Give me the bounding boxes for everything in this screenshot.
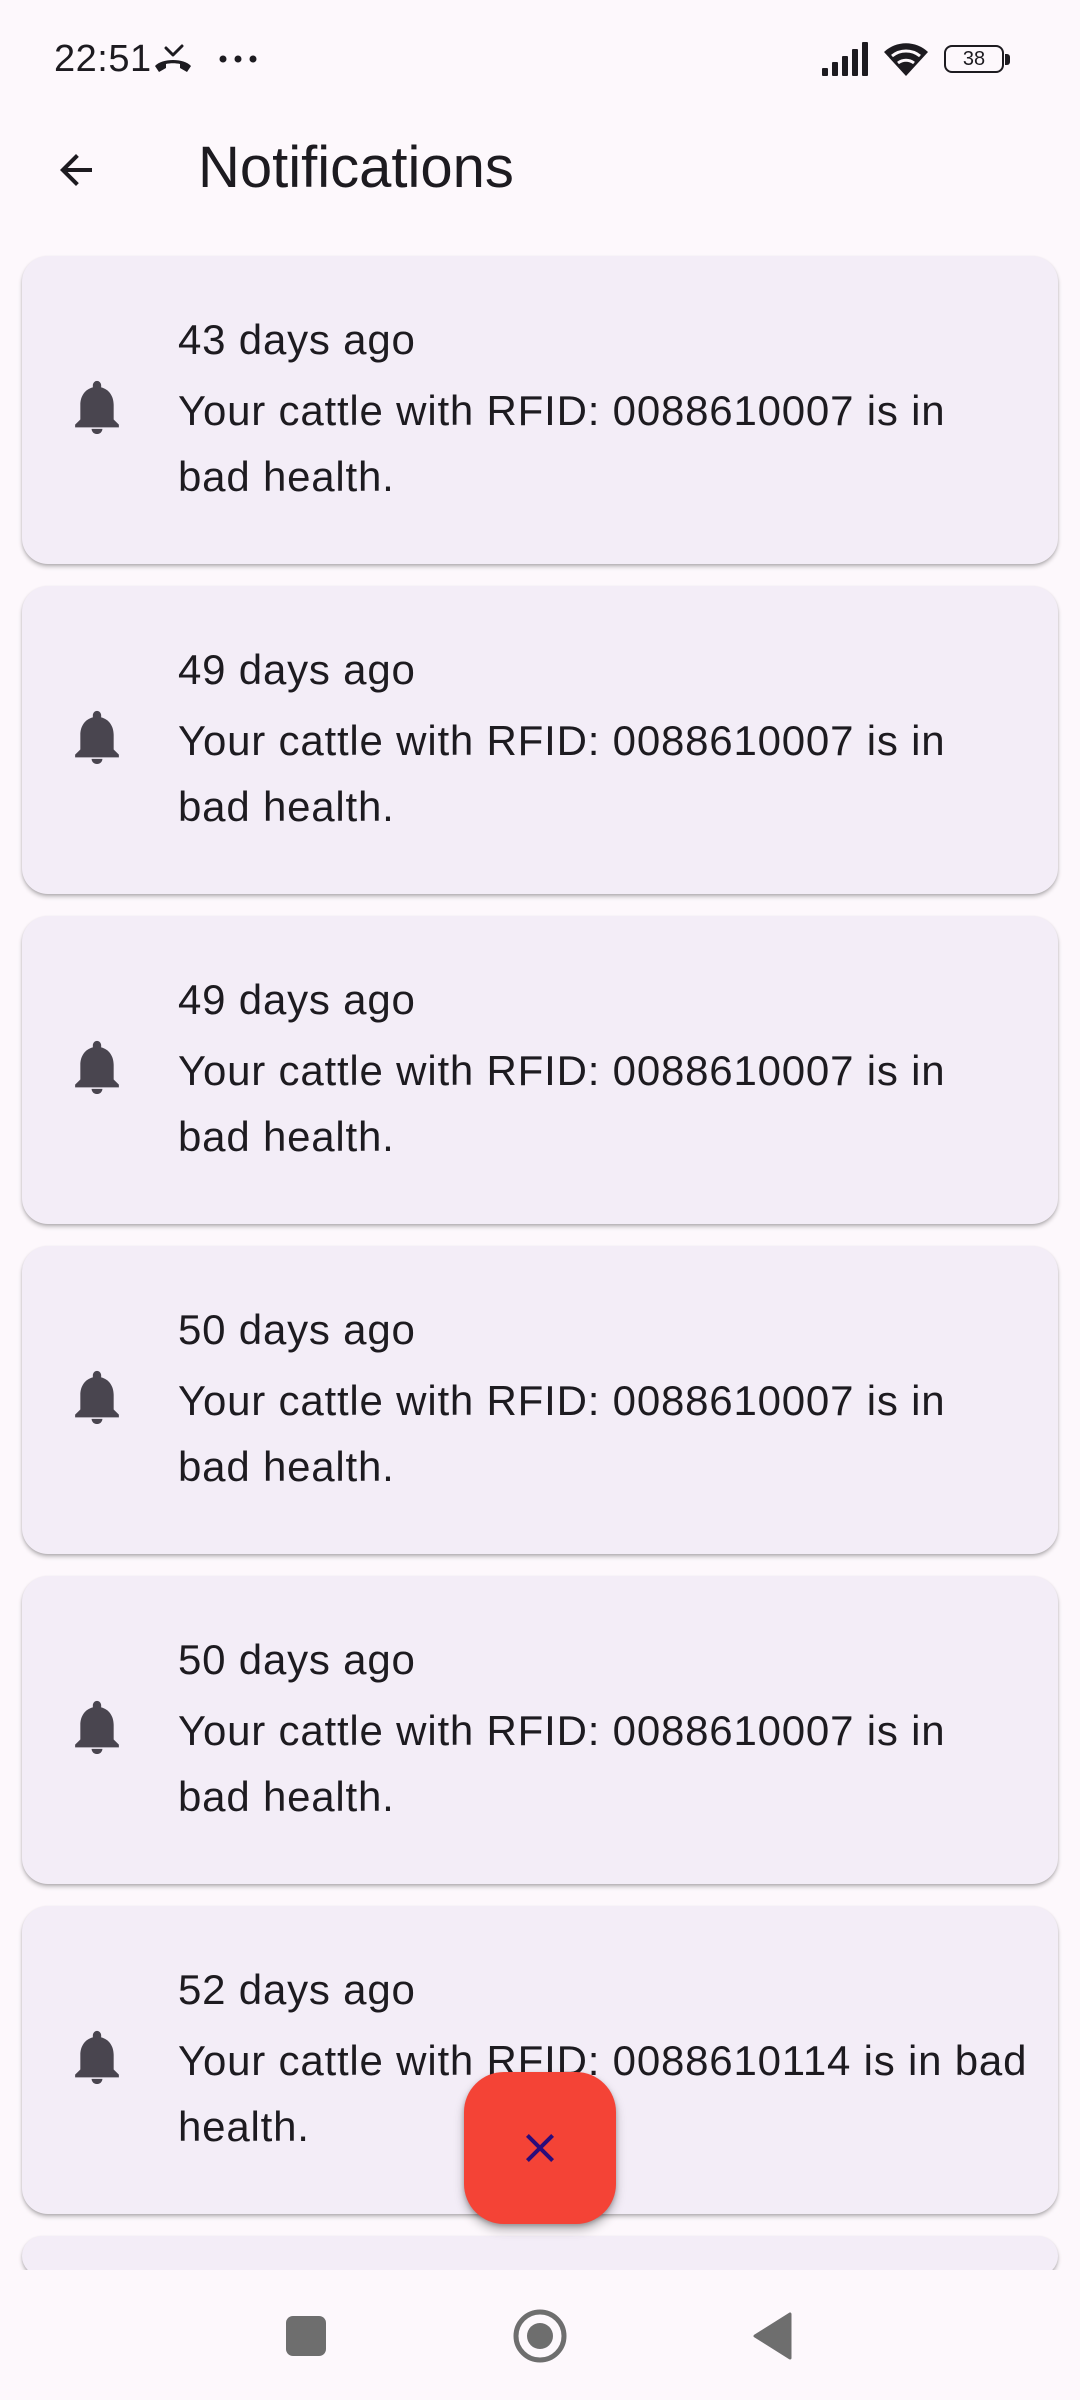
- bell-icon: [75, 1700, 119, 1755]
- page-title: Notifications: [198, 135, 514, 200]
- notification-time: 50 days ago: [178, 1306, 416, 1353]
- battery-tip: [1005, 54, 1010, 65]
- bell-icon: [75, 380, 119, 435]
- home-circle-icon[interactable]: [512, 2308, 568, 2364]
- clear-all-fab[interactable]: [464, 2072, 616, 2224]
- status-time: 22:51: [54, 38, 152, 80]
- notification-time: 50 days ago: [178, 1636, 416, 1683]
- notification-time: 49 days ago: [178, 646, 416, 693]
- notification-time: 52 days ago: [178, 1966, 416, 2013]
- bell-icon: [75, 710, 119, 765]
- system-nav-bar: [0, 2270, 1080, 2400]
- notification-time: 49 days ago: [178, 976, 416, 1023]
- notification-message: Your cattle with RFID: 0088610007 is in …: [178, 717, 946, 830]
- bell-icon: [75, 2030, 119, 2085]
- notification-message: Your cattle with RFID: 0088610007 is in …: [178, 1707, 946, 1820]
- notification-card[interactable]: 43 days ago Your cattle with RFID: 00886…: [22, 256, 1058, 564]
- notifications-screen: 22:51 38 Notifications 43 days ago Your …: [0, 0, 1080, 2400]
- notification-message: Your cattle with RFID: 0088610007 is in …: [178, 1377, 946, 1490]
- notification-card[interactable]: 50 days ago Your cattle with RFID: 00886…: [22, 1576, 1058, 1884]
- battery-icon: 38: [944, 45, 1010, 75]
- notification-message: Your cattle with RFID: 0088610007 is in …: [178, 1047, 946, 1160]
- notification-list[interactable]: 43 days ago Your cattle with RFID: 00886…: [0, 256, 1080, 2276]
- notification-card[interactable]: 49 days ago Your cattle with RFID: 00886…: [22, 916, 1058, 1224]
- notification-message: Your cattle with RFID: 0088610007 is in …: [178, 387, 946, 500]
- app-bar: Notifications: [0, 120, 1080, 220]
- bell-icon: [75, 1370, 119, 1425]
- close-icon: [526, 2134, 554, 2162]
- back-button[interactable]: [36, 130, 116, 210]
- notification-time: 43 days ago: [178, 316, 416, 363]
- notification-card[interactable]: 50 days ago Your cattle with RFID: 00886…: [22, 1246, 1058, 1554]
- back-triangle-icon[interactable]: [752, 2312, 792, 2360]
- recents-square-icon[interactable]: [286, 2316, 326, 2356]
- more-dots-icon: [219, 55, 257, 63]
- arrow-back-icon: [60, 154, 92, 186]
- notification-card[interactable]: 49 days ago Your cattle with RFID: 00886…: [22, 586, 1058, 894]
- battery-level: 38: [962, 48, 986, 70]
- wifi-icon: [884, 43, 928, 76]
- cell-signal-icon: [822, 42, 868, 76]
- bell-icon: [75, 1040, 119, 1095]
- missed-call-icon: [155, 44, 191, 72]
- status-bar: 22:51 38: [0, 0, 1080, 120]
